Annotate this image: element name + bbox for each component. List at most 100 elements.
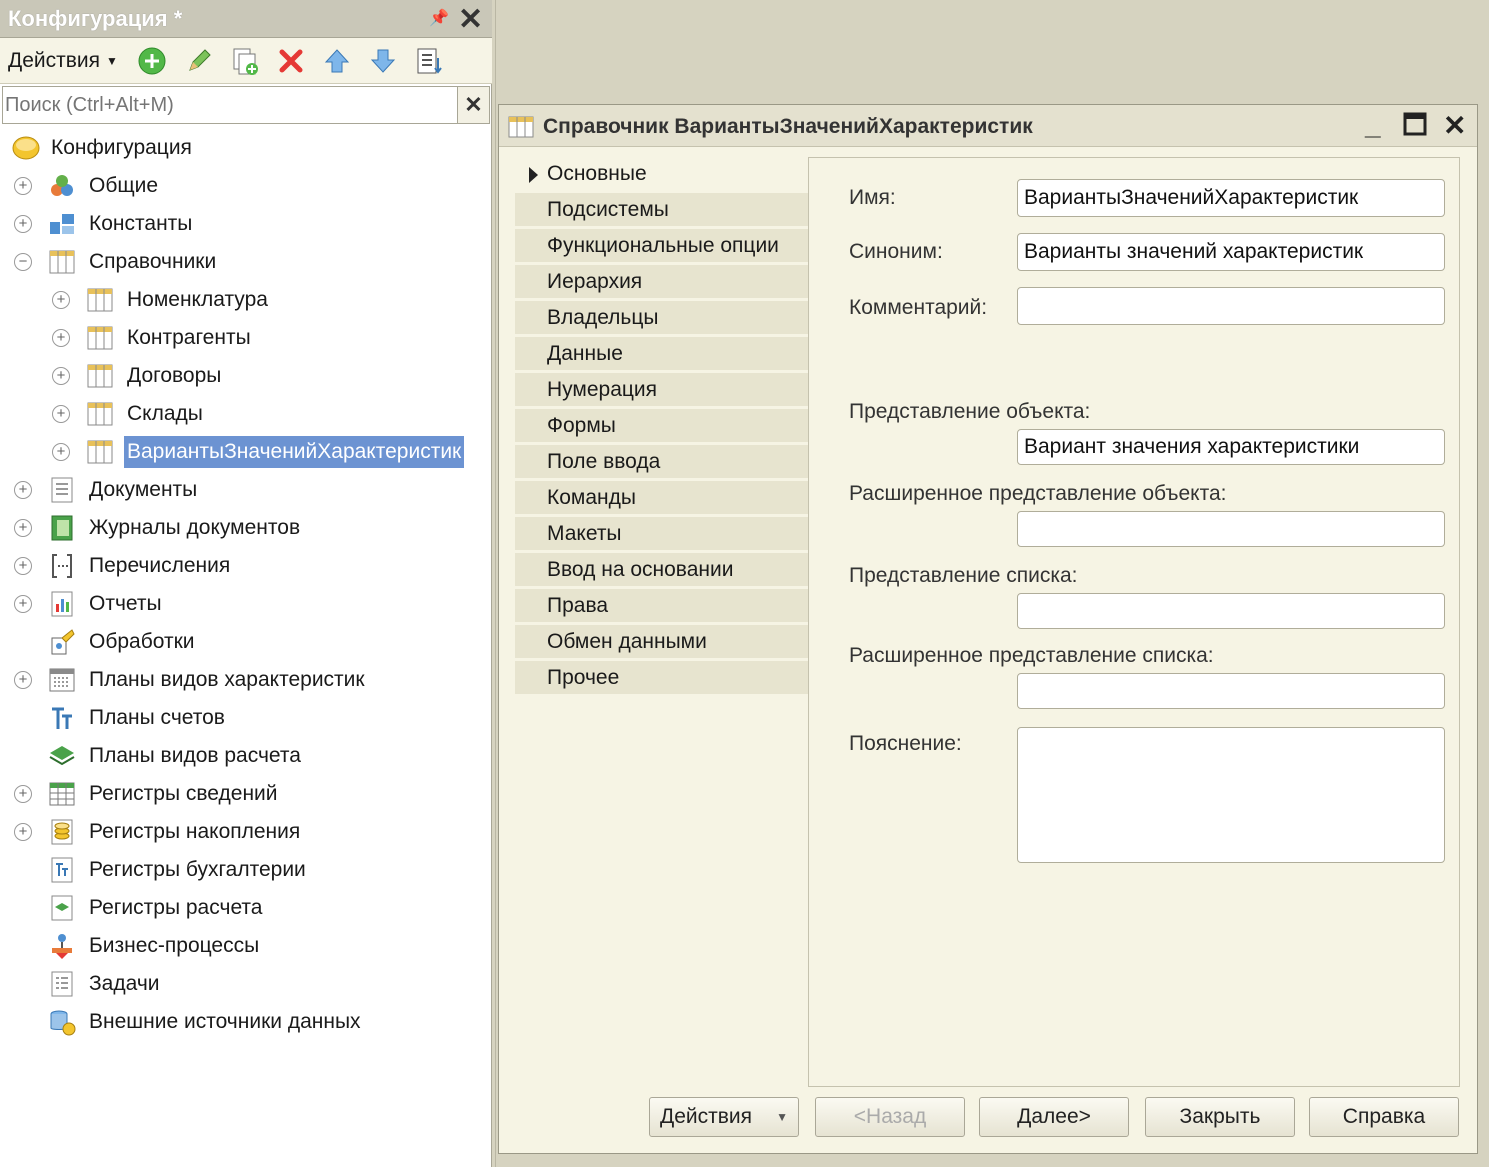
- catalog-editor-window: Справочник ВариантыЗначенийХарактеристик…: [498, 104, 1478, 1154]
- expand-icon[interactable]: +: [14, 671, 32, 689]
- collapse-icon[interactable]: −: [14, 253, 32, 271]
- expand-icon[interactable]: +: [14, 785, 32, 803]
- tab-templates[interactable]: Макеты: [515, 517, 809, 551]
- tree-item-information-registers[interactable]: + Регистры сведений: [0, 776, 492, 812]
- tree-item-documents[interactable]: + Документы: [0, 472, 492, 508]
- tree-label: Договоры: [127, 364, 222, 387]
- tree-item-characteristic-types[interactable]: + Планы видов характеристик: [0, 662, 492, 698]
- configuration-icon: [12, 134, 40, 162]
- synonym-field[interactable]: [1017, 233, 1445, 271]
- tab-input-field[interactable]: Поле ввода: [515, 445, 809, 479]
- expand-icon[interactable]: +: [52, 443, 70, 461]
- tree-item-reports[interactable]: + Отчеты: [0, 586, 492, 622]
- expand-icon[interactable]: +: [52, 329, 70, 347]
- tree-item-counterparties[interactable]: + Контрагенты: [0, 320, 492, 356]
- expand-icon[interactable]: +: [14, 595, 32, 613]
- move-up-icon[interactable]: [322, 46, 352, 76]
- common-icon: [48, 172, 76, 200]
- tree-label: Задачи: [89, 972, 160, 995]
- object-representation-field[interactable]: [1017, 429, 1445, 465]
- expand-icon[interactable]: +: [52, 405, 70, 423]
- tab-numbering[interactable]: Нумерация: [515, 373, 809, 407]
- back-button[interactable]: <Назад: [815, 1097, 965, 1137]
- expand-icon[interactable]: +: [14, 519, 32, 537]
- tree-item-calculation-registers[interactable]: Регистры расчета: [0, 890, 492, 926]
- expand-icon[interactable]: +: [52, 367, 70, 385]
- name-field[interactable]: [1017, 179, 1445, 217]
- tab-rights[interactable]: Права: [515, 589, 809, 623]
- explanation-field[interactable]: [1017, 727, 1445, 863]
- tree-item-external-data-sources[interactable]: Внешние источники данных: [0, 1004, 492, 1040]
- tab-main[interactable]: Основные: [515, 157, 811, 191]
- expand-icon[interactable]: +: [14, 215, 32, 233]
- tree-label: Внешние источники данных: [89, 1010, 361, 1033]
- expand-icon[interactable]: +: [14, 177, 32, 195]
- clear-search-icon[interactable]: ✕: [457, 87, 489, 123]
- list-representation-field[interactable]: [1017, 593, 1445, 629]
- catalog-icon: [86, 438, 114, 466]
- tree-label: Конфигурация: [51, 136, 192, 159]
- tab-functional-options[interactable]: Функциональные опции: [515, 229, 809, 263]
- tree-item-contracts[interactable]: + Договоры: [0, 358, 492, 394]
- comment-field[interactable]: [1017, 287, 1445, 325]
- report-icon: [48, 590, 76, 618]
- tree-item-nomenclature[interactable]: + Номенклатура: [0, 282, 492, 318]
- extended-list-representation-label: Расширенное представление списка:: [849, 644, 1214, 667]
- tree-item-warehouses[interactable]: + Склады: [0, 396, 492, 432]
- tree-item-business-processes[interactable]: Бизнес-процессы: [0, 928, 492, 964]
- tree-item-document-journals[interactable]: + Журналы документов: [0, 510, 492, 546]
- tab-subsystems[interactable]: Подсистемы: [515, 193, 809, 227]
- close-button[interactable]: Закрыть: [1145, 1097, 1295, 1137]
- next-button[interactable]: Далее>: [979, 1097, 1129, 1137]
- maximize-icon[interactable]: [1403, 111, 1427, 143]
- tree-item-constants[interactable]: + Константы: [0, 206, 492, 242]
- tree-item-charts-of-accounts[interactable]: Планы счетов: [0, 700, 492, 736]
- catalog-icon: [86, 400, 114, 428]
- tree-item-tasks[interactable]: Задачи: [0, 966, 492, 1002]
- tab-hierarchy[interactable]: Иерархия: [515, 265, 809, 299]
- help-button[interactable]: Справка: [1309, 1097, 1459, 1137]
- tab-data[interactable]: Данные: [515, 337, 809, 371]
- tree-item-accumulation-registers[interactable]: + Регистры накопления: [0, 814, 492, 850]
- minimize-icon[interactable]: _: [1365, 109, 1381, 141]
- name-label: Имя:: [849, 186, 896, 209]
- sort-icon[interactable]: [414, 46, 444, 76]
- tree-item-common[interactable]: + Общие: [0, 168, 492, 204]
- actions-dropdown-button[interactable]: Действия ▼: [649, 1097, 799, 1137]
- actions-menu[interactable]: Действия ▼: [8, 49, 118, 73]
- tab-other[interactable]: Прочее: [515, 661, 809, 695]
- add-icon[interactable]: [137, 46, 167, 76]
- tree-root[interactable]: Конфигурация: [0, 130, 492, 166]
- delete-icon[interactable]: [276, 46, 306, 76]
- tree-item-enumerations[interactable]: + Перечисления: [0, 548, 492, 584]
- pin-icon[interactable]: 📌: [429, 8, 449, 28]
- window-title-bar: Справочник ВариантыЗначенийХарактеристик…: [499, 105, 1477, 147]
- edit-icon[interactable]: [184, 46, 214, 76]
- tab-input-by-basis[interactable]: Ввод на основании: [515, 553, 809, 587]
- close-icon[interactable]: ✕: [1443, 109, 1466, 142]
- tree-item-data-processors[interactable]: Обработки: [0, 624, 492, 660]
- move-down-icon[interactable]: [368, 46, 398, 76]
- close-icon[interactable]: ✕: [458, 2, 483, 37]
- tree-item-calculation-types[interactable]: Планы видов расчета: [0, 738, 492, 774]
- search-input[interactable]: [5, 89, 457, 121]
- tab-forms[interactable]: Формы: [515, 409, 809, 443]
- panel-title: Конфигурация *: [8, 6, 183, 31]
- tree-item-accounting-registers[interactable]: Регистры бухгалтерии: [0, 852, 492, 888]
- tab-owners[interactable]: Владельцы: [515, 301, 809, 335]
- characteristic-types-icon: [48, 666, 76, 694]
- extended-list-representation-field[interactable]: [1017, 673, 1445, 709]
- expand-icon[interactable]: +: [14, 557, 32, 575]
- document-icon: [48, 476, 76, 504]
- tree-item-catalogs[interactable]: − Справочники: [0, 244, 492, 280]
- expand-icon[interactable]: +: [52, 291, 70, 309]
- tab-commands[interactable]: Команды: [515, 481, 809, 515]
- expand-icon[interactable]: +: [14, 823, 32, 841]
- list-representation-label: Представление списка:: [849, 564, 1078, 587]
- comment-label: Комментарий:: [849, 296, 988, 319]
- tree-item-characteristic-values[interactable]: + ВариантыЗначенийХарактеристик: [0, 434, 492, 470]
- copy-icon[interactable]: [230, 46, 260, 76]
- expand-icon[interactable]: +: [14, 481, 32, 499]
- tab-data-exchange[interactable]: Обмен данными: [515, 625, 809, 659]
- extended-object-representation-field[interactable]: [1017, 511, 1445, 547]
